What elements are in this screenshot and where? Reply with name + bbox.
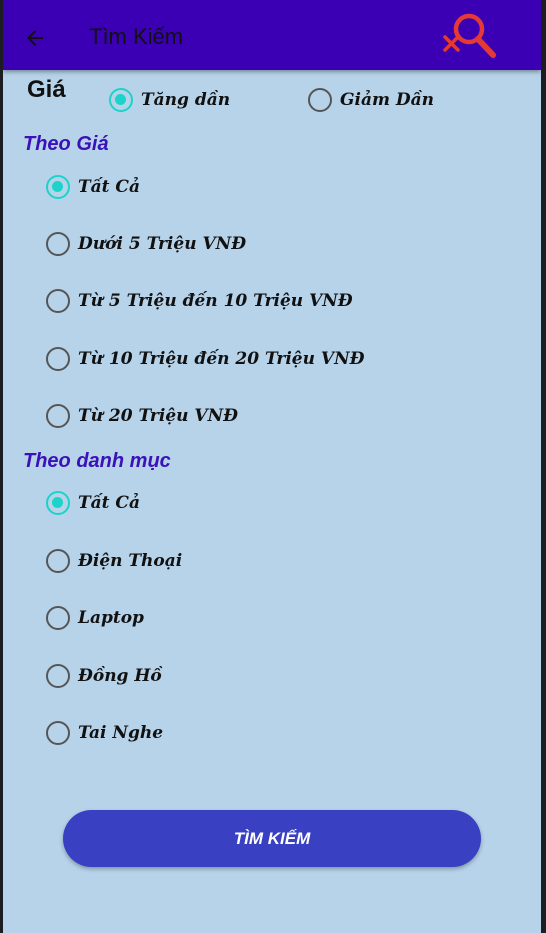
arrow-left-icon xyxy=(27,30,43,46)
search-button-label: TÌM KIẾM xyxy=(233,828,311,848)
back-button[interactable] xyxy=(17,20,53,56)
radio-label: Tất Cả xyxy=(78,493,140,513)
radio-label: Tăng dần xyxy=(141,90,231,110)
radio-indicator xyxy=(109,88,133,112)
radio-indicator xyxy=(46,721,70,745)
radio-label: Laptop xyxy=(78,608,144,628)
radio-indicator xyxy=(46,347,70,371)
search-screen: Tìm Kiếm Giá Tăng dần Giảm Dần Theo Giá … xyxy=(3,0,541,933)
radio-indicator xyxy=(308,88,332,112)
price-option-under-5m[interactable]: Dưới 5 Triệu VNĐ xyxy=(46,232,246,256)
radio-indicator xyxy=(46,549,70,573)
radio-label: Tai Nghe xyxy=(78,723,164,743)
category-option-all[interactable]: Tất Cả xyxy=(46,491,140,515)
category-option-laptop[interactable]: Laptop xyxy=(46,606,144,630)
radio-label: Dưới 5 Triệu VNĐ xyxy=(78,234,247,254)
sort-option-descending[interactable]: Giảm Dần xyxy=(308,88,434,112)
price-option-all[interactable]: Tất Cả xyxy=(46,175,140,199)
search-clear-icon xyxy=(443,13,496,58)
radio-indicator xyxy=(46,664,70,688)
clear-search-button[interactable] xyxy=(437,8,499,64)
app-bar: Tìm Kiếm xyxy=(3,0,541,70)
price-option-over-20m[interactable]: Từ 20 Triệu VNĐ xyxy=(46,404,238,428)
radio-label: Đồng Hồ xyxy=(78,666,162,686)
radio-indicator xyxy=(46,404,70,428)
search-button[interactable]: TÌM KIẾM xyxy=(63,810,481,867)
price-option-5m-10m[interactable]: Từ 5 Triệu đến 10 Triệu VNĐ xyxy=(46,289,353,313)
category-section-title: Theo danh mục xyxy=(23,450,171,472)
radio-indicator xyxy=(46,491,70,515)
price-section-title: Theo Giá xyxy=(23,133,109,155)
radio-label: Từ 5 Triệu đến 10 Triệu VNĐ xyxy=(78,291,353,311)
page-title: Tìm Kiếm xyxy=(89,24,184,49)
radio-label: Từ 20 Triệu VNĐ xyxy=(78,406,239,426)
category-option-watch[interactable]: Đồng Hồ xyxy=(46,664,162,688)
radio-label: Tất Cả xyxy=(78,177,140,197)
radio-indicator xyxy=(46,175,70,199)
price-option-10m-20m[interactable]: Từ 10 Triệu đến 20 Triệu VNĐ xyxy=(46,347,365,371)
radio-label: Giảm Dần xyxy=(340,90,435,110)
category-option-headphones[interactable]: Tai Nghe xyxy=(46,721,163,745)
radio-indicator xyxy=(46,606,70,630)
category-option-phone[interactable]: Điện Thoại xyxy=(46,549,182,573)
radio-label: Từ 10 Triệu đến 20 Triệu VNĐ xyxy=(78,349,365,369)
sort-label: Giá xyxy=(27,76,66,103)
radio-indicator xyxy=(46,289,70,313)
radio-label: Điện Thoại xyxy=(78,551,183,571)
sort-option-ascending[interactable]: Tăng dần xyxy=(109,88,230,112)
radio-indicator xyxy=(46,232,70,256)
